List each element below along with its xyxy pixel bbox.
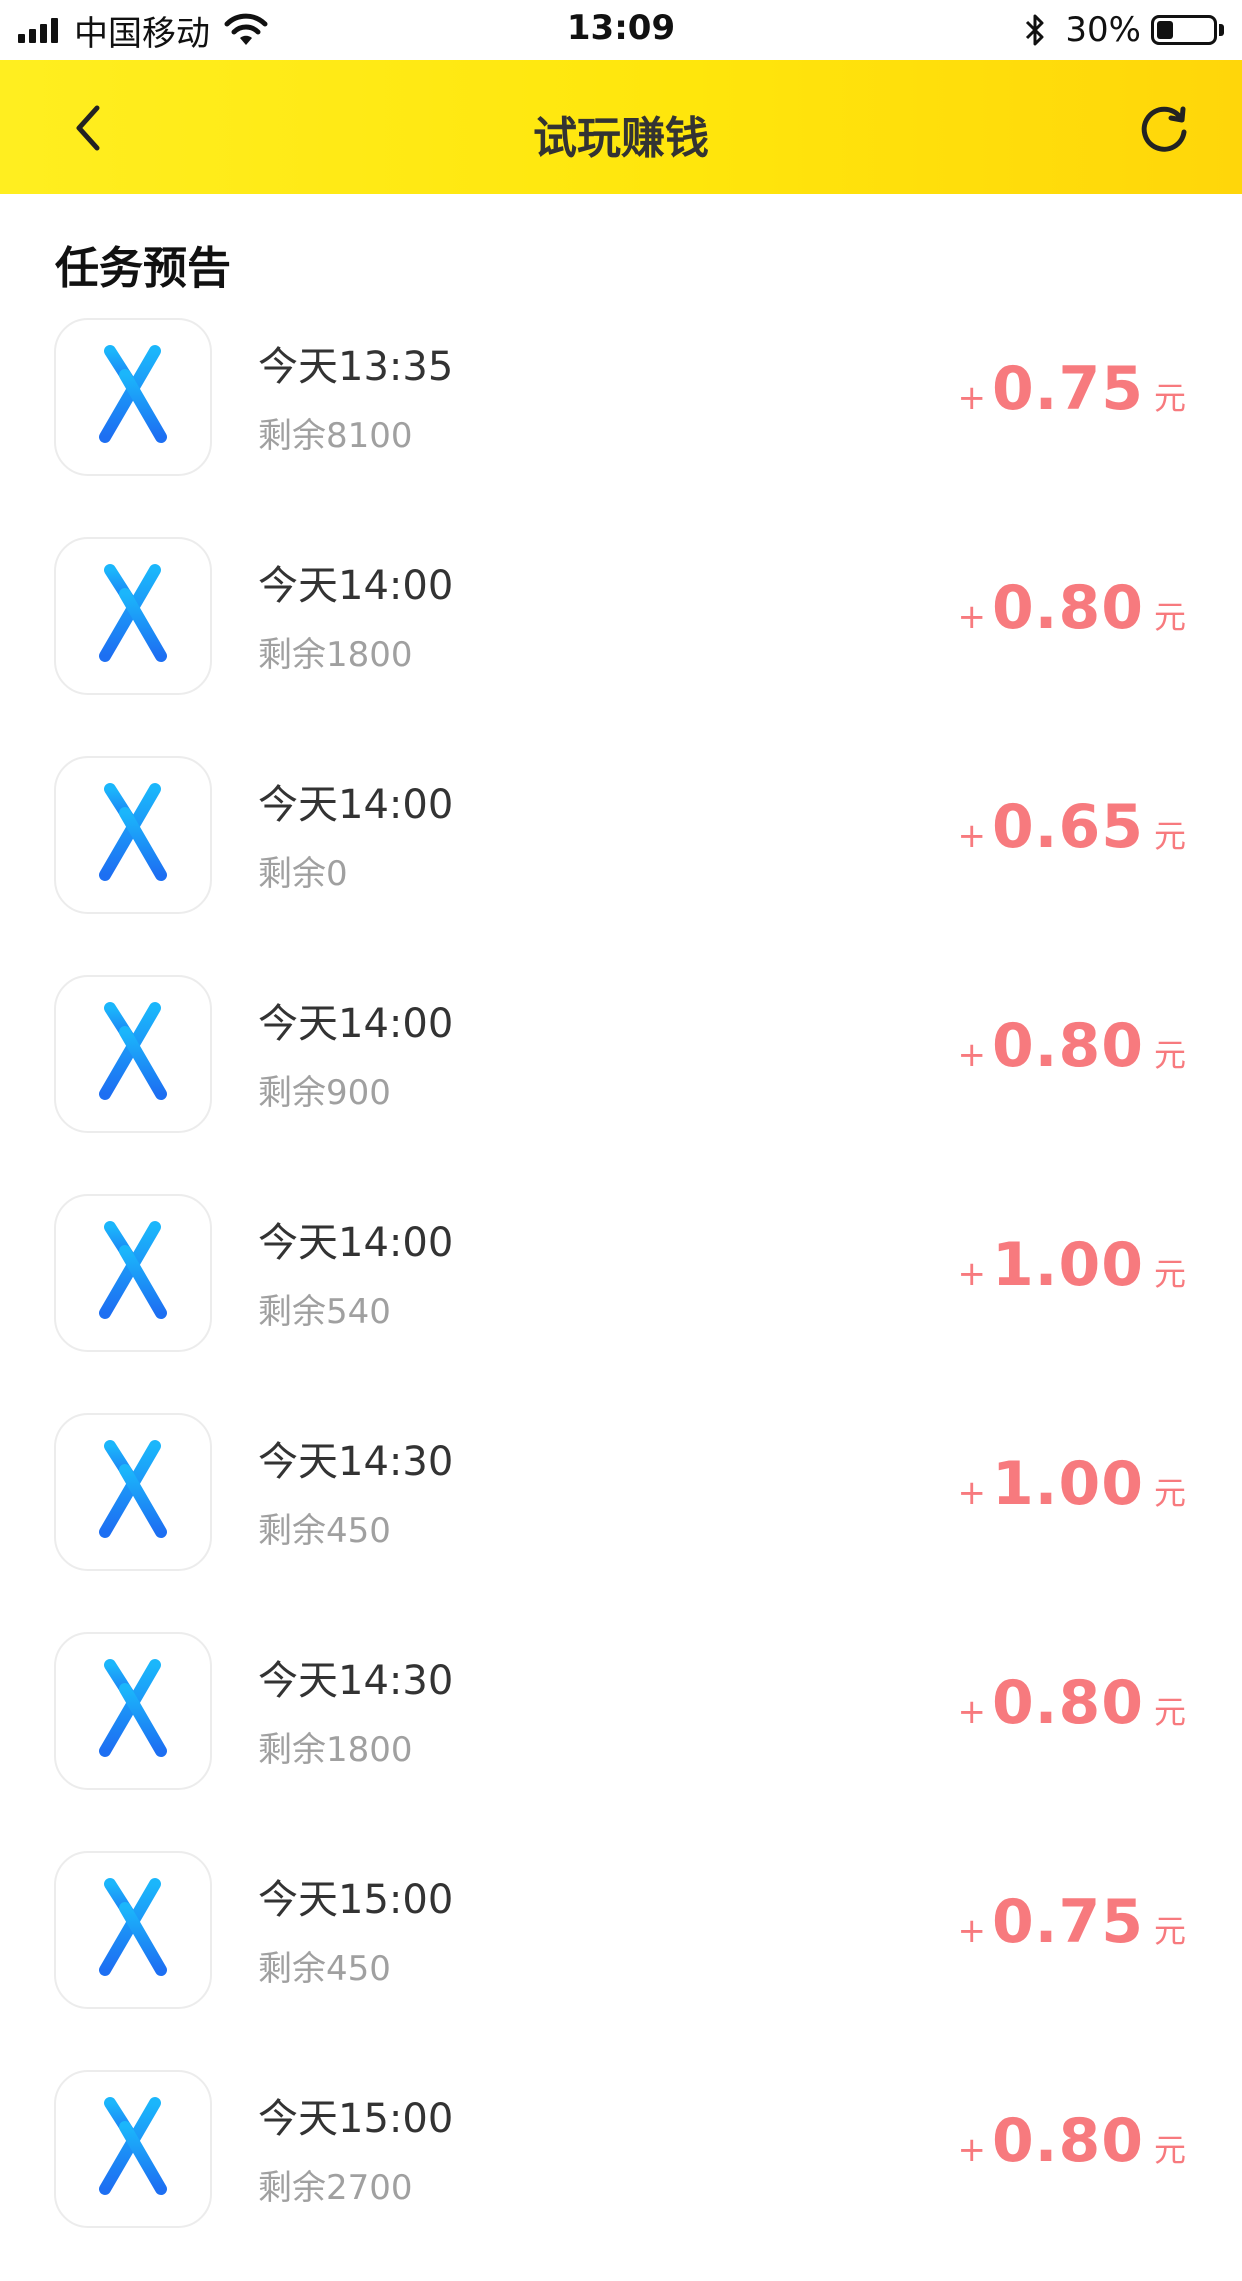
task-reward: + 0.65 元: [957, 792, 1186, 862]
task-time: 今天14:30: [258, 1658, 454, 1704]
reward-plus-sign: +: [957, 1254, 986, 1294]
task-row[interactable]: 今天14:00 剩余540 + 1.00 元: [0, 1186, 1242, 1405]
reward-unit: 元: [1153, 2131, 1186, 2169]
task-time: 今天14:00: [258, 1220, 454, 1266]
task-remaining: 剩余8100: [258, 416, 413, 456]
app-store-icon[interactable]: [54, 756, 212, 914]
reward-amount: 1.00: [991, 1230, 1144, 1300]
status-bar: 中国移动 13:09 30%: [0, 0, 1242, 60]
reward-amount: 0.80: [991, 2106, 1144, 2176]
task-remaining: 剩余1800: [258, 635, 413, 675]
app-store-icon[interactable]: [54, 1851, 212, 2009]
task-list: 今天13:35 剩余8100 + 0.75 元 今天14:00 剩余1800 +…: [0, 310, 1242, 2281]
reward-plus-sign: +: [957, 378, 986, 418]
reward-unit: 元: [1153, 379, 1186, 417]
battery-percentage: 30%: [1065, 10, 1141, 50]
task-reward: + 1.00 元: [957, 1230, 1186, 1300]
task-reward: + 0.80 元: [957, 1011, 1186, 1081]
app-store-icon[interactable]: [54, 537, 212, 695]
task-remaining: 剩余450: [258, 1511, 391, 1551]
task-time: 今天14:00: [258, 782, 454, 828]
reward-amount: 0.80: [991, 573, 1144, 643]
reward-plus-sign: +: [957, 597, 986, 637]
task-row[interactable]: 今天14:00 剩余1800 + 0.80 元: [0, 529, 1242, 748]
task-time: 今天13:35: [258, 344, 454, 390]
reward-amount: 0.75: [991, 354, 1144, 424]
reward-plus-sign: +: [957, 1692, 986, 1732]
task-reward: + 0.75 元: [957, 354, 1186, 424]
task-remaining: 剩余900: [258, 1073, 391, 1113]
bluetooth-icon: [1026, 14, 1044, 46]
page-title: 试玩赚钱: [533, 113, 709, 164]
task-remaining: 剩余540: [258, 1292, 391, 1332]
task-time: 今天15:00: [258, 1877, 454, 1923]
task-time: 今天14:30: [258, 1439, 454, 1485]
reward-unit: 元: [1153, 1255, 1186, 1293]
task-reward: + 0.80 元: [957, 1668, 1186, 1738]
app-store-icon[interactable]: [54, 1194, 212, 1352]
reward-plus-sign: +: [957, 1035, 986, 1075]
reward-plus-sign: +: [957, 1473, 986, 1513]
reward-unit: 元: [1153, 1693, 1186, 1731]
task-remaining: 剩余2700: [258, 2168, 413, 2208]
task-reward: + 0.80 元: [957, 573, 1186, 643]
task-row[interactable]: 今天14:00 剩余900 + 0.80 元: [0, 967, 1242, 1186]
battery-icon: [1151, 15, 1217, 45]
reward-unit: 元: [1153, 817, 1186, 855]
task-row[interactable]: 今天14:30 剩余1800 + 0.80 元: [0, 1624, 1242, 1843]
refresh-icon: [1141, 106, 1187, 152]
task-remaining: 剩余1800: [258, 1730, 413, 1770]
task-time: 今天14:00: [258, 1001, 454, 1047]
reward-unit: 元: [1153, 598, 1186, 636]
reward-amount: 1.00: [991, 1449, 1144, 1519]
app-store-icon[interactable]: [54, 975, 212, 1133]
reward-plus-sign: +: [957, 816, 986, 856]
refresh-button[interactable]: [1134, 100, 1194, 160]
task-remaining: 剩余450: [258, 1949, 391, 1989]
task-remaining: 剩余0: [258, 854, 348, 894]
task-reward: + 0.80 元: [957, 2106, 1186, 2176]
task-time: 今天14:00: [258, 563, 454, 609]
task-row[interactable]: 今天15:00 剩余450 + 0.75 元: [0, 1843, 1242, 2062]
task-reward: + 1.00 元: [957, 1449, 1186, 1519]
nav-header: 试玩赚钱: [0, 60, 1242, 194]
battery-fill: [1157, 21, 1173, 39]
reward-plus-sign: +: [957, 2130, 986, 2170]
section-title: 任务预告: [55, 243, 231, 294]
reward-amount: 0.80: [991, 1668, 1144, 1738]
task-row[interactable]: 今天13:35 剩余8100 + 0.75 元: [0, 310, 1242, 529]
status-right: 30%: [1023, 10, 1224, 50]
battery-cap: [1219, 24, 1224, 36]
task-reward: + 0.75 元: [957, 1887, 1186, 1957]
app-store-icon[interactable]: [54, 1413, 212, 1571]
reward-amount: 0.75: [991, 1887, 1144, 1957]
reward-unit: 元: [1153, 1912, 1186, 1950]
app-store-icon[interactable]: [54, 2070, 212, 2228]
app-store-icon[interactable]: [54, 318, 212, 476]
task-time: 今天15:00: [258, 2096, 454, 2142]
task-row[interactable]: 今天14:00 剩余0 + 0.65 元: [0, 748, 1242, 967]
reward-amount: 0.65: [991, 792, 1144, 862]
reward-unit: 元: [1153, 1474, 1186, 1512]
app-store-icon[interactable]: [54, 1632, 212, 1790]
task-row[interactable]: 今天15:00 剩余2700 + 0.80 元: [0, 2062, 1242, 2281]
task-row[interactable]: 今天14:30 剩余450 + 1.00 元: [0, 1405, 1242, 1624]
reward-plus-sign: +: [957, 1911, 986, 1951]
reward-unit: 元: [1153, 1036, 1186, 1074]
reward-amount: 0.80: [991, 1011, 1144, 1081]
